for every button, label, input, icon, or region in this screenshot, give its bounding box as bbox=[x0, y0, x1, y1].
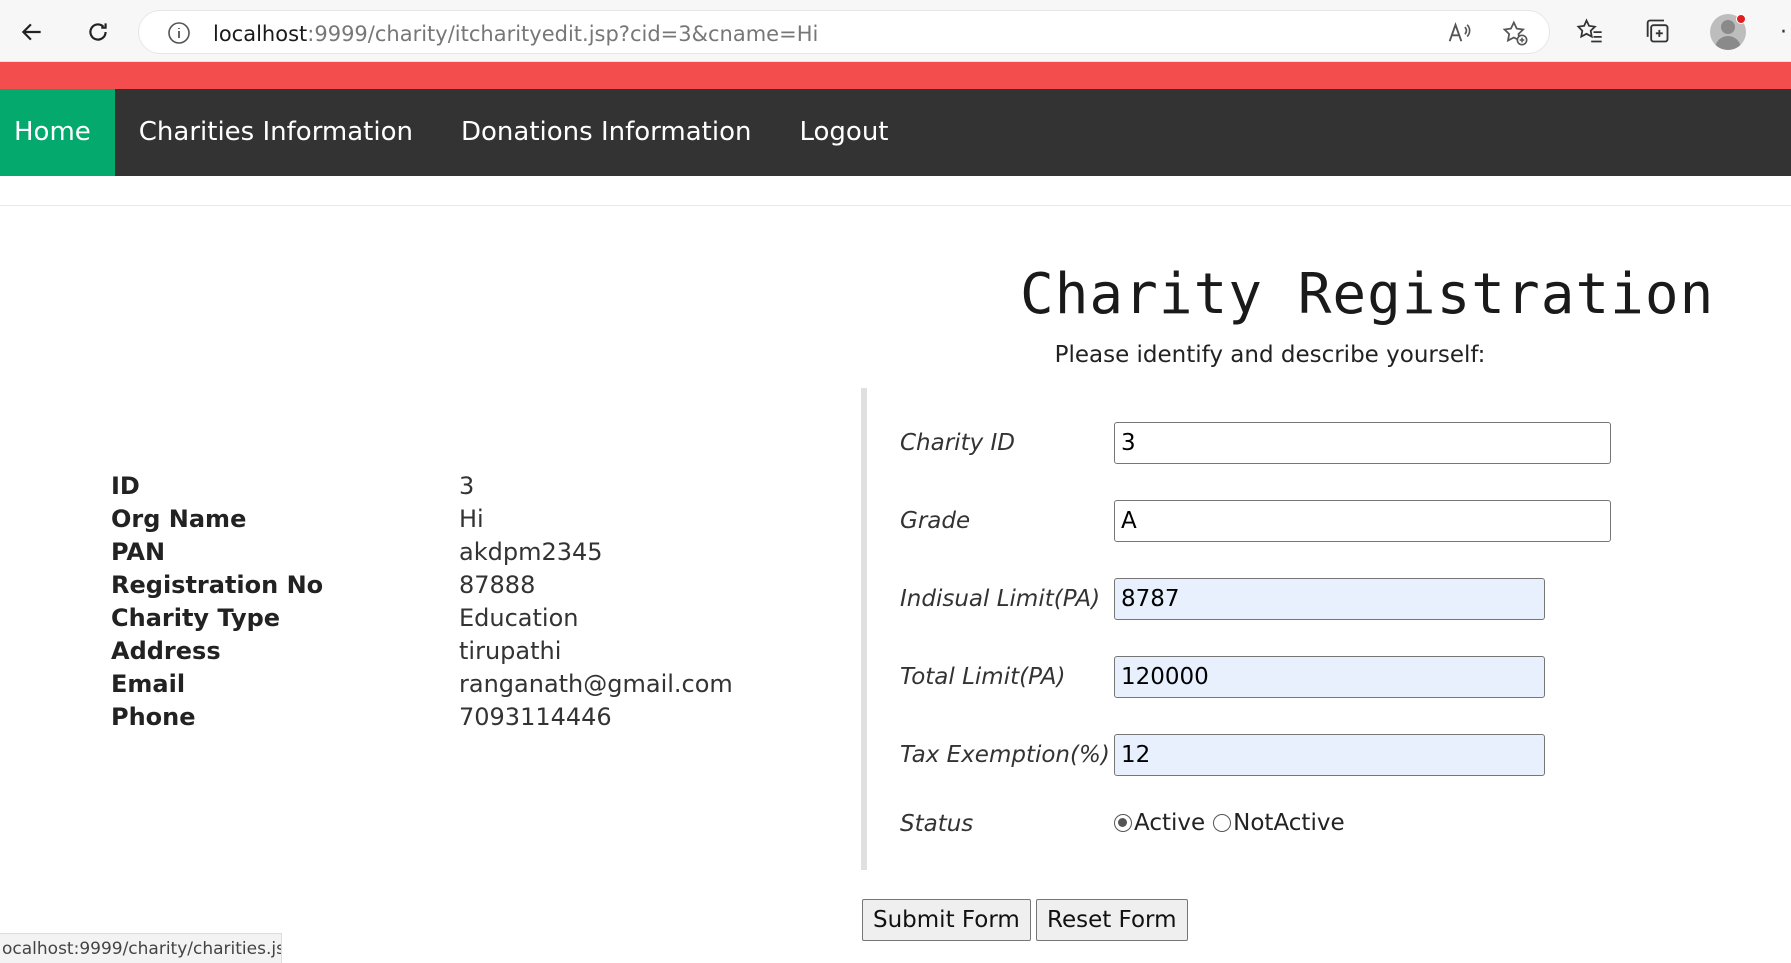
individual-limit-label: Indisual Limit(PA) bbox=[900, 586, 1101, 612]
status-label: Status bbox=[900, 811, 974, 837]
add-favorite-icon[interactable] bbox=[1501, 19, 1529, 47]
status-bar-link-preview: ocalhost:9999/charity/charities.jsp bbox=[0, 933, 282, 963]
detail-row-org-name: Org Name Hi bbox=[111, 503, 733, 536]
grade-label: Grade bbox=[900, 508, 971, 534]
nav-charities-information[interactable]: Charities Information bbox=[115, 89, 437, 176]
detail-label: Charity Type bbox=[111, 604, 281, 632]
detail-value: akdpm2345 bbox=[459, 538, 603, 566]
detail-row-email: Email ranganath@gmail.com bbox=[111, 668, 733, 701]
back-arrow-icon bbox=[21, 23, 41, 41]
detail-label: Email bbox=[111, 670, 186, 698]
form-left-border bbox=[861, 388, 867, 870]
info-icon[interactable] bbox=[167, 21, 191, 45]
detail-label: Address bbox=[111, 637, 221, 665]
browser-toolbar: localhost:9999/charity/itcharityedit.jsp… bbox=[0, 0, 1791, 62]
refresh-button[interactable] bbox=[78, 12, 118, 52]
nav-logout[interactable]: Logout bbox=[775, 89, 912, 176]
nav-donations-information[interactable]: Donations Information bbox=[437, 89, 775, 176]
total-limit-label: Total Limit(PA) bbox=[900, 664, 1066, 690]
detail-value: tirupathi bbox=[459, 637, 562, 665]
url-path: :9999/charity/itcharityedit.jsp?cid=3&cn… bbox=[307, 22, 819, 46]
detail-row-registration-no: Registration No 87888 bbox=[111, 569, 733, 602]
notification-dot bbox=[1736, 14, 1746, 24]
top-navigation: Home Charities Information Donations Inf… bbox=[0, 89, 1791, 176]
grade-input[interactable]: A bbox=[1114, 500, 1611, 542]
status-notactive-radio[interactable] bbox=[1213, 814, 1232, 832]
detail-value: 7093114446 bbox=[459, 703, 612, 731]
detail-row-pan: PAN akdpm2345 bbox=[111, 536, 733, 569]
status-active-label[interactable]: Active bbox=[1134, 810, 1205, 836]
detail-value: Hi bbox=[459, 505, 484, 533]
status-radio-group: Active NotActive bbox=[1114, 810, 1353, 836]
detail-value: Education bbox=[459, 604, 579, 632]
detail-row-id: ID 3 bbox=[111, 470, 733, 503]
detail-row-phone: Phone 7093114446 bbox=[111, 701, 733, 734]
detail-label: Registration No bbox=[111, 571, 324, 599]
form-subtitle: Please identify and describe yourself: bbox=[1054, 342, 1486, 368]
charity-id-label: Charity ID bbox=[900, 430, 1016, 456]
tax-exemption-label: Tax Exemption(%) bbox=[900, 742, 1110, 768]
nav-home[interactable]: Home bbox=[0, 89, 115, 176]
detail-value: 87888 bbox=[459, 571, 536, 599]
tax-exemption-input[interactable]: 12 bbox=[1114, 734, 1545, 776]
address-bar[interactable]: localhost:9999/charity/itcharityedit.jsp… bbox=[138, 10, 1550, 54]
charity-details: ID 3 Org Name Hi PAN akdpm2345 Registrat… bbox=[111, 470, 733, 734]
read-aloud-icon[interactable] bbox=[1445, 19, 1473, 47]
detail-value: 3 bbox=[459, 472, 475, 500]
charity-id-input[interactable]: 3 bbox=[1114, 422, 1611, 464]
content-divider bbox=[0, 205, 1791, 206]
status-notactive-label[interactable]: NotActive bbox=[1233, 810, 1344, 836]
detail-row-charity-type: Charity Type Education bbox=[111, 602, 733, 635]
avatar-body bbox=[1715, 36, 1741, 50]
detail-label: ID bbox=[111, 472, 140, 500]
favorites-button[interactable] bbox=[1573, 14, 1607, 48]
back-button[interactable] bbox=[12, 12, 52, 52]
more-menu-icon[interactable]: · bbox=[1780, 22, 1787, 44]
status-active-radio[interactable] bbox=[1114, 814, 1132, 832]
url-text[interactable]: localhost:9999/charity/itcharityedit.jsp… bbox=[213, 22, 818, 46]
avatar-head bbox=[1721, 20, 1735, 34]
collections-icon bbox=[1646, 19, 1669, 43]
url-host: localhost bbox=[213, 22, 308, 46]
detail-label: Phone bbox=[111, 703, 196, 731]
form-title: Charity Registration bbox=[1020, 262, 1715, 327]
detail-label: PAN bbox=[111, 538, 166, 566]
refresh-icon bbox=[89, 23, 107, 41]
total-limit-input[interactable]: 120000 bbox=[1114, 656, 1545, 698]
collections-button[interactable] bbox=[1640, 14, 1674, 48]
detail-label: Org Name bbox=[111, 505, 247, 533]
submit-form-button[interactable]: Submit Form bbox=[862, 899, 1031, 941]
favorites-list-icon bbox=[1576, 18, 1602, 43]
reset-form-button[interactable]: Reset Form bbox=[1036, 899, 1188, 941]
detail-value: ranganath@gmail.com bbox=[459, 670, 733, 698]
header-band bbox=[0, 62, 1791, 89]
detail-row-address: Address tirupathi bbox=[111, 635, 733, 668]
individual-limit-input[interactable]: 8787 bbox=[1114, 578, 1545, 620]
